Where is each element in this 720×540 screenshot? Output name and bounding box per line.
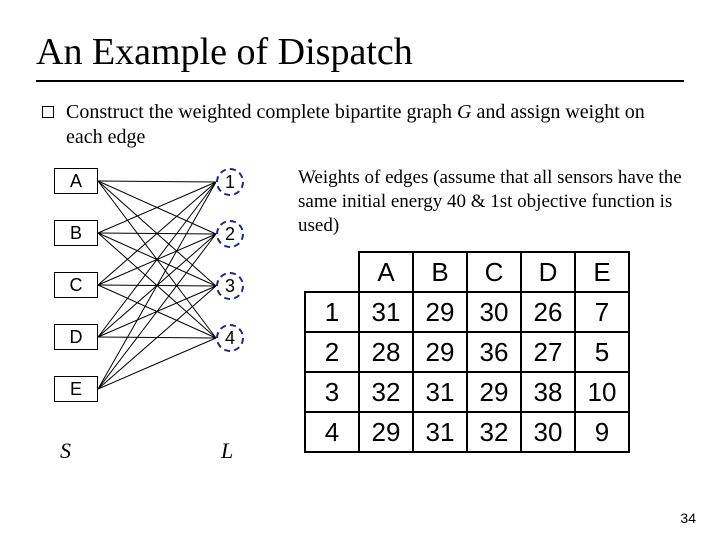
col-header: A [359, 252, 413, 292]
cell: 38 [521, 372, 575, 412]
cell: 30 [521, 412, 575, 452]
cell: 7 [575, 292, 629, 332]
right-set-label: L [221, 438, 233, 464]
cell: 27 [521, 332, 575, 372]
table-corner-blank [305, 252, 359, 292]
row-header: 3 [305, 372, 359, 412]
col-header: E [575, 252, 629, 292]
left-set-label: S [60, 438, 71, 464]
title-rule [36, 80, 684, 82]
weights-table: A B C D E 1 31 29 30 26 7 2 28 29 [304, 251, 630, 453]
left-node: B [54, 220, 98, 246]
slide-title: An Example of Dispatch [36, 30, 684, 74]
left-node: A [54, 168, 98, 194]
table-row: 1 31 29 30 26 7 [305, 292, 629, 332]
left-node: E [54, 376, 98, 402]
bullet-item: Construct the weighted complete bipartit… [36, 100, 684, 150]
weights-caption: Weights of edges (assume that all sensor… [298, 166, 684, 237]
row-header: 4 [305, 412, 359, 452]
bullet-pre: Construct the [66, 101, 178, 123]
cell: 29 [413, 332, 467, 372]
bullet-graph-symbol: G [457, 101, 471, 123]
right-column: Weights of edges (assume that all sensor… [296, 160, 684, 480]
page-number: 34 [680, 510, 696, 526]
cell: 32 [467, 412, 521, 452]
cell: 29 [467, 372, 521, 412]
cell: 36 [467, 332, 521, 372]
cell: 10 [575, 372, 629, 412]
right-node: 3 [216, 272, 244, 300]
left-node: D [54, 324, 98, 350]
col-header: B [413, 252, 467, 292]
bullet-mid: weighted complete bipartite graph [178, 101, 457, 123]
cell: 26 [521, 292, 575, 332]
col-header: D [521, 252, 575, 292]
cell: 30 [467, 292, 521, 332]
cell: 9 [575, 412, 629, 452]
right-node: 4 [216, 324, 244, 352]
cell: 31 [413, 372, 467, 412]
bipartite-graph: A B C D E 1 2 3 4 S L [36, 160, 286, 480]
table-row: 4 29 31 32 30 9 [305, 412, 629, 452]
col-header: C [467, 252, 521, 292]
bullet-text: Construct the weighted complete bipartit… [66, 100, 684, 150]
right-node: 2 [216, 220, 244, 248]
table-row: 2 28 29 36 27 5 [305, 332, 629, 372]
cell: 5 [575, 332, 629, 372]
table-row: 3 32 31 29 38 10 [305, 372, 629, 412]
cell: 31 [413, 412, 467, 452]
square-bullet-icon [42, 106, 54, 118]
cell: 29 [413, 292, 467, 332]
cell: 29 [359, 412, 413, 452]
cell: 28 [359, 332, 413, 372]
content-row: A B C D E 1 2 3 4 S L Weights of edges (… [36, 160, 684, 480]
row-header: 2 [305, 332, 359, 372]
cell: 31 [359, 292, 413, 332]
row-header: 1 [305, 292, 359, 332]
right-node: 1 [216, 168, 244, 196]
left-node: C [54, 272, 98, 298]
graph-edges [36, 160, 286, 480]
cell: 32 [359, 372, 413, 412]
table-header-row: A B C D E [305, 252, 629, 292]
slide: An Example of Dispatch Construct the wei… [0, 0, 720, 540]
